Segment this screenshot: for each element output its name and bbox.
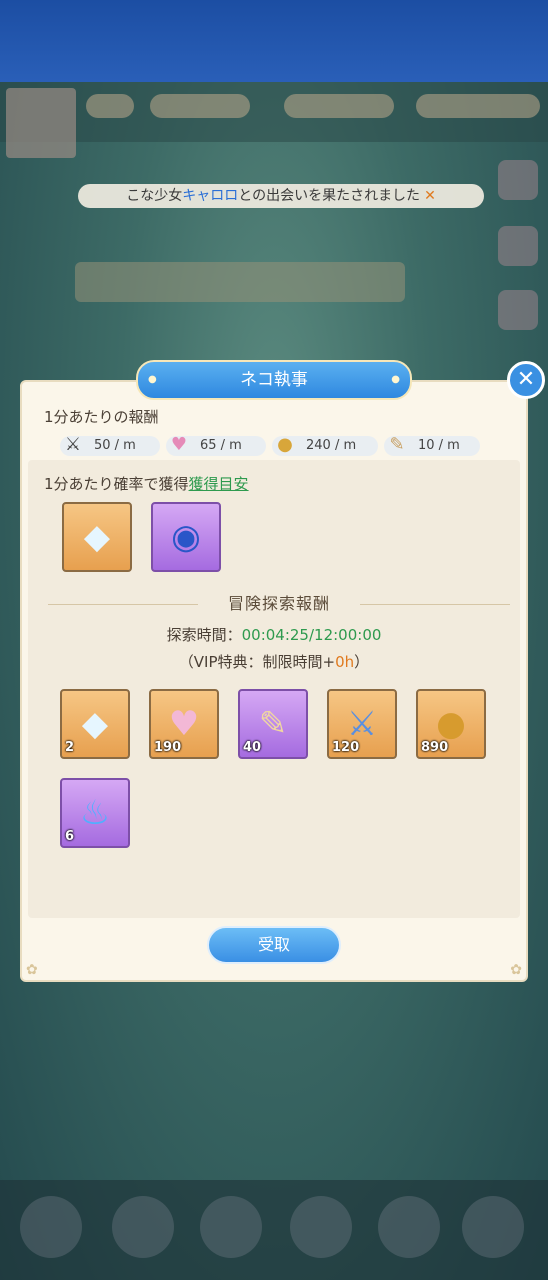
per-minute-label: 1分あたりの報酬	[44, 408, 159, 426]
banner-ornament-icon: ●	[391, 374, 400, 385]
side-menu-icon	[498, 226, 538, 266]
corner-ornament-icon: ✿	[510, 962, 522, 978]
close-button[interactable]: ✕	[507, 361, 545, 399]
bottom-nav-icon	[20, 1196, 82, 1258]
vip-suffix: ）	[354, 653, 370, 671]
divider	[48, 604, 198, 605]
reward-qty: 190	[154, 740, 182, 755]
explore-time-label: 探索時間：	[166, 626, 242, 644]
bottom-nav-icon	[200, 1196, 262, 1258]
chance-label: 1分あたり確率で獲得獲得目安	[44, 473, 249, 494]
vip-prefix: （VIP特典：制限時間+	[178, 653, 336, 671]
top-banner	[0, 0, 548, 82]
dialog-title: ● ネコ執事 ●	[136, 360, 412, 400]
divider	[360, 604, 510, 605]
reward-qty: 2	[65, 740, 75, 755]
exp-swords-icon: ⚔	[64, 434, 82, 455]
rate-text: 10 / m	[418, 438, 460, 453]
reward-qty: 120	[332, 740, 360, 755]
rate-gold: ● 240 / m	[272, 435, 378, 456]
corner-ornament-icon: ✿	[26, 962, 38, 978]
reward-item[interactable]: ◆ 2	[60, 689, 130, 759]
reward-item[interactable]: ♨ 6	[60, 778, 130, 848]
notice-close-icon[interactable]: ✕	[424, 188, 436, 204]
hud-chip	[416, 94, 540, 118]
orb-icon: ◉	[171, 517, 201, 557]
player-avatar	[6, 88, 76, 158]
vip-value: 0h	[335, 653, 355, 671]
side-menu-icon	[498, 290, 538, 330]
reward-qty: 6	[65, 829, 75, 844]
hud-chip	[150, 94, 250, 118]
rate-exp: ⚔ 50 / m	[60, 435, 160, 456]
rate-text: 50 / m	[94, 438, 136, 453]
notice-text-before: こな少女	[126, 188, 183, 204]
receive-button[interactable]: 受取	[207, 926, 341, 964]
bottom-nav-icon	[378, 1196, 440, 1258]
hud-chip	[86, 94, 134, 118]
rate-text: 240 / m	[306, 438, 357, 453]
reward-item[interactable]: ● 890	[416, 689, 486, 759]
section-title: 冒険探索報酬	[227, 594, 330, 613]
notice-highlight: キャロロ	[182, 188, 239, 204]
scene-platform	[75, 262, 405, 302]
dialog-title-text: ネコ執事	[240, 370, 308, 390]
notice-text-after: との出会いを果たされました	[238, 188, 421, 204]
rate-scroll: ✎ 10 / m	[384, 435, 480, 456]
banner-ornament-icon: ●	[148, 374, 157, 385]
exp-heart-icon: ♥	[170, 434, 188, 455]
drop-rate-link[interactable]: 獲得目安	[189, 475, 249, 493]
reward-qty: 890	[421, 740, 449, 755]
scroll-icon: ✎	[389, 434, 405, 455]
chance-item-crystal[interactable]: ◆	[62, 502, 132, 572]
chance-item-orb[interactable]: ◉	[151, 502, 221, 572]
reward-item[interactable]: ♥ 190	[149, 689, 219, 759]
reward-qty: 40	[243, 740, 262, 755]
crystal-icon: ◆	[83, 517, 111, 557]
gold-coin-icon: ●	[277, 434, 293, 455]
reward-item[interactable]: ⚔ 120	[327, 689, 397, 759]
explore-time-value: 00:04:25/12:00:00	[241, 626, 382, 644]
bottom-nav-icon	[290, 1196, 352, 1258]
side-menu-icon	[498, 160, 538, 200]
bottom-nav-icon	[112, 1196, 174, 1258]
chance-label-text: 1分あたり確率で獲得	[44, 475, 189, 493]
vip-bonus: （VIP特典：制限時間+0h）	[0, 651, 548, 672]
hud-chip	[284, 94, 394, 118]
rate-text: 65 / m	[200, 438, 242, 453]
rate-exp-heart: ♥ 65 / m	[166, 435, 266, 456]
event-notice: こな少女キャロロとの出会いを果たされました ✕	[78, 184, 484, 208]
explore-time: 探索時間：00:04:25/12:00:00	[0, 624, 548, 645]
bottom-nav-icon	[462, 1196, 524, 1258]
reward-item[interactable]: ✎ 40	[238, 689, 308, 759]
